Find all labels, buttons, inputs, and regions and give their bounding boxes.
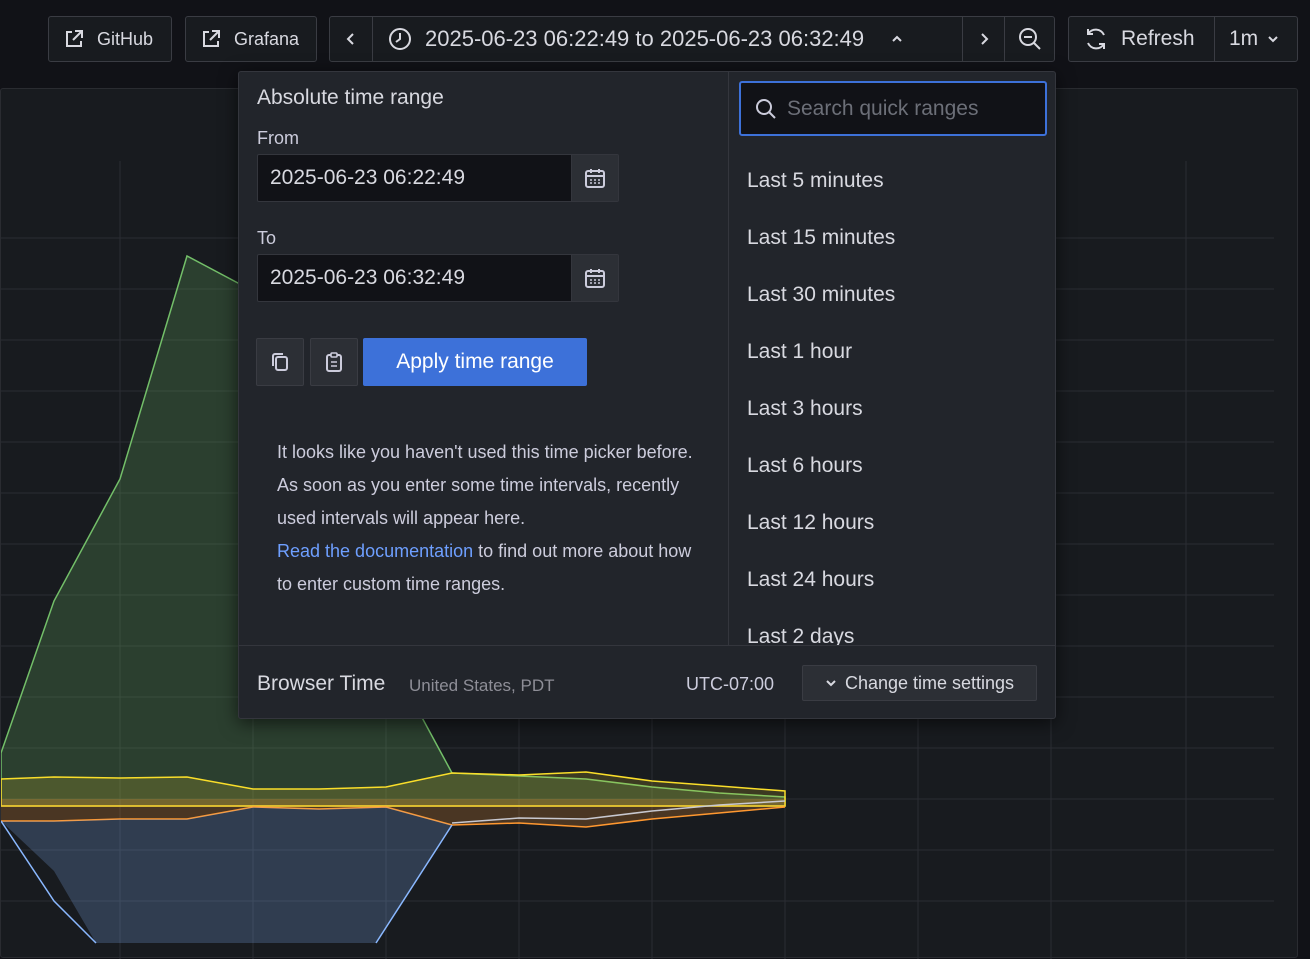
calendar-icon xyxy=(585,169,605,188)
chevron-right-icon xyxy=(980,33,988,45)
quick-ranges-list: Last 5 minutes Last 15 minutes Last 30 m… xyxy=(729,152,1055,646)
external-link-icon xyxy=(63,28,85,50)
quick-ranges-pane: Last 5 minutes Last 15 minutes Last 30 m… xyxy=(729,72,1055,645)
to-calendar-button[interactable] xyxy=(571,255,618,301)
apply-time-range-button[interactable]: Apply time range xyxy=(363,338,587,386)
timezone-name: Browser Time xyxy=(257,672,386,695)
help-text: It looks like you haven't used this time… xyxy=(277,436,697,601)
quick-range-item[interactable]: Last 15 minutes xyxy=(729,209,1055,266)
time-range-controls: 2025-06-23 06:22:49 to 2025-06-23 06:32:… xyxy=(329,16,1055,62)
time-picker-popover: Absolute time range From 2025-06-23 06:2… xyxy=(238,71,1056,719)
time-settings-footer: Browser Time United States, PDT UTC-07:0… xyxy=(239,645,1055,718)
quick-range-item[interactable]: Last 30 minutes xyxy=(729,266,1055,323)
search-quick-ranges xyxy=(739,81,1047,136)
grafana-label: Grafana xyxy=(234,28,300,49)
copy-icon xyxy=(272,353,288,371)
quick-range-item[interactable]: Last 2 days xyxy=(729,608,1055,646)
quick-range-item[interactable]: Last 3 hours xyxy=(729,380,1055,437)
help-paragraph: It looks like you haven't used this time… xyxy=(277,442,693,528)
interval-label: 1m xyxy=(1229,27,1259,50)
chevron-up-icon xyxy=(892,35,902,42)
documentation-link[interactable]: Read the documentation xyxy=(277,541,473,561)
absolute-range-title: Absolute time range xyxy=(257,86,444,109)
from-calendar-button[interactable] xyxy=(571,155,618,201)
github-link-button[interactable]: GitHub xyxy=(48,16,172,62)
zoom-out-icon xyxy=(1018,28,1041,50)
chevron-down-icon xyxy=(1268,36,1278,43)
github-label: GitHub xyxy=(97,28,154,49)
refresh-label: Refresh xyxy=(1121,27,1195,50)
from-label: From xyxy=(257,128,299,148)
paste-time-range-button[interactable] xyxy=(310,338,358,386)
timezone-locale: United States, PDT xyxy=(409,676,555,695)
refresh-button[interactable]: Refresh xyxy=(1069,17,1214,61)
to-label: To xyxy=(257,228,277,248)
quick-range-item[interactable]: Last 6 hours xyxy=(729,437,1055,494)
time-range-label: 2025-06-23 06:22:49 to 2025-06-23 06:32:… xyxy=(425,26,865,51)
refresh-controls: Refresh 1m xyxy=(1068,16,1298,62)
calendar-icon xyxy=(585,269,605,288)
to-input[interactable]: 2025-06-23 06:32:49 xyxy=(258,255,571,301)
from-field: 2025-06-23 06:22:49 xyxy=(257,154,619,202)
quick-range-item[interactable]: Last 5 minutes xyxy=(729,152,1055,209)
quick-range-item[interactable]: Last 1 hour xyxy=(729,323,1055,380)
copy-time-range-button[interactable] xyxy=(256,338,304,386)
utc-offset: UTC-07:00 xyxy=(686,674,775,694)
clipboard-icon xyxy=(326,352,342,372)
series-blue-area xyxy=(1,807,452,943)
refresh-interval-select[interactable]: 1m xyxy=(1214,17,1297,61)
external-link-icon xyxy=(200,28,222,50)
search-icon xyxy=(756,98,776,119)
grafana-link-button[interactable]: Grafana xyxy=(185,16,317,62)
search-quick-ranges-input[interactable] xyxy=(785,95,1039,122)
time-shift-back-button[interactable] xyxy=(330,17,372,61)
to-field: 2025-06-23 06:32:49 xyxy=(257,254,619,302)
sync-icon xyxy=(1087,28,1105,50)
clock-icon xyxy=(389,28,411,50)
quick-range-item[interactable]: Last 12 hours xyxy=(729,494,1055,551)
chevron-down-icon xyxy=(826,680,836,687)
zoom-out-button[interactable] xyxy=(1004,17,1054,61)
absolute-range-pane: Absolute time range From 2025-06-23 06:2… xyxy=(239,72,729,645)
quick-range-item[interactable]: Last 24 hours xyxy=(729,551,1055,608)
change-time-settings-label: Change time settings xyxy=(844,672,1015,693)
change-time-settings-button[interactable]: Change time settings xyxy=(802,665,1037,701)
time-range-picker-button[interactable]: 2025-06-23 06:22:49 to 2025-06-23 06:32:… xyxy=(372,17,962,61)
time-shift-forward-button[interactable] xyxy=(962,17,1004,61)
chevron-left-icon xyxy=(346,33,354,45)
from-input[interactable]: 2025-06-23 06:22:49 xyxy=(258,155,571,201)
